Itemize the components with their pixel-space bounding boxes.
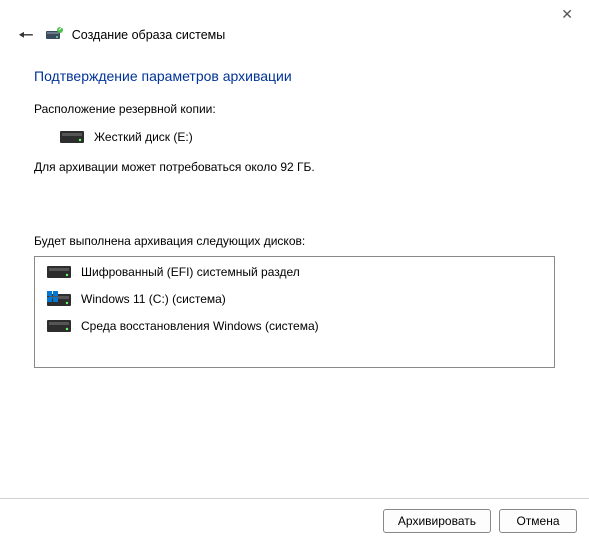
window-title: Создание образа системы — [72, 28, 225, 42]
drives-list: Шифрованный (EFI) системный раздел Windo… — [34, 256, 555, 368]
windows-drive-icon — [47, 291, 71, 307]
app-icon — [46, 27, 64, 43]
hard-drive-icon — [47, 265, 71, 279]
footer-bar: Архивировать Отмена — [0, 498, 589, 543]
destination-label: Расположение резервной копии: — [34, 102, 555, 116]
destination-drive: Жесткий диск (E:) — [94, 130, 193, 144]
content-area: Подтверждение параметров архивации Распо… — [0, 52, 589, 368]
hard-drive-icon — [47, 319, 71, 333]
page-title: Подтверждение параметров архивации — [34, 68, 555, 84]
list-item: Среда восстановления Windows (система) — [35, 313, 554, 339]
drive-name: Windows 11 (C:) (система) — [81, 292, 226, 306]
close-button[interactable]: ✕ — [555, 4, 579, 25]
archive-button[interactable]: Архивировать — [383, 509, 491, 533]
back-arrow-icon[interactable]: 🠔 — [14, 26, 38, 44]
destination-row: Жесткий диск (E:) — [34, 130, 555, 144]
drive-name: Среда восстановления Windows (система) — [81, 319, 319, 333]
hard-drive-icon — [60, 130, 84, 144]
drives-list-label: Будет выполнена архивация следующих диск… — [34, 234, 555, 248]
list-item: Шифрованный (EFI) системный раздел — [35, 259, 554, 285]
size-notice: Для архивации может потребоваться около … — [34, 160, 555, 174]
title-bar: 🠔 Создание образа системы — [0, 0, 589, 52]
cancel-button[interactable]: Отмена — [499, 509, 577, 533]
drive-name: Шифрованный (EFI) системный раздел — [81, 265, 300, 279]
list-item: Windows 11 (C:) (система) — [35, 285, 554, 313]
